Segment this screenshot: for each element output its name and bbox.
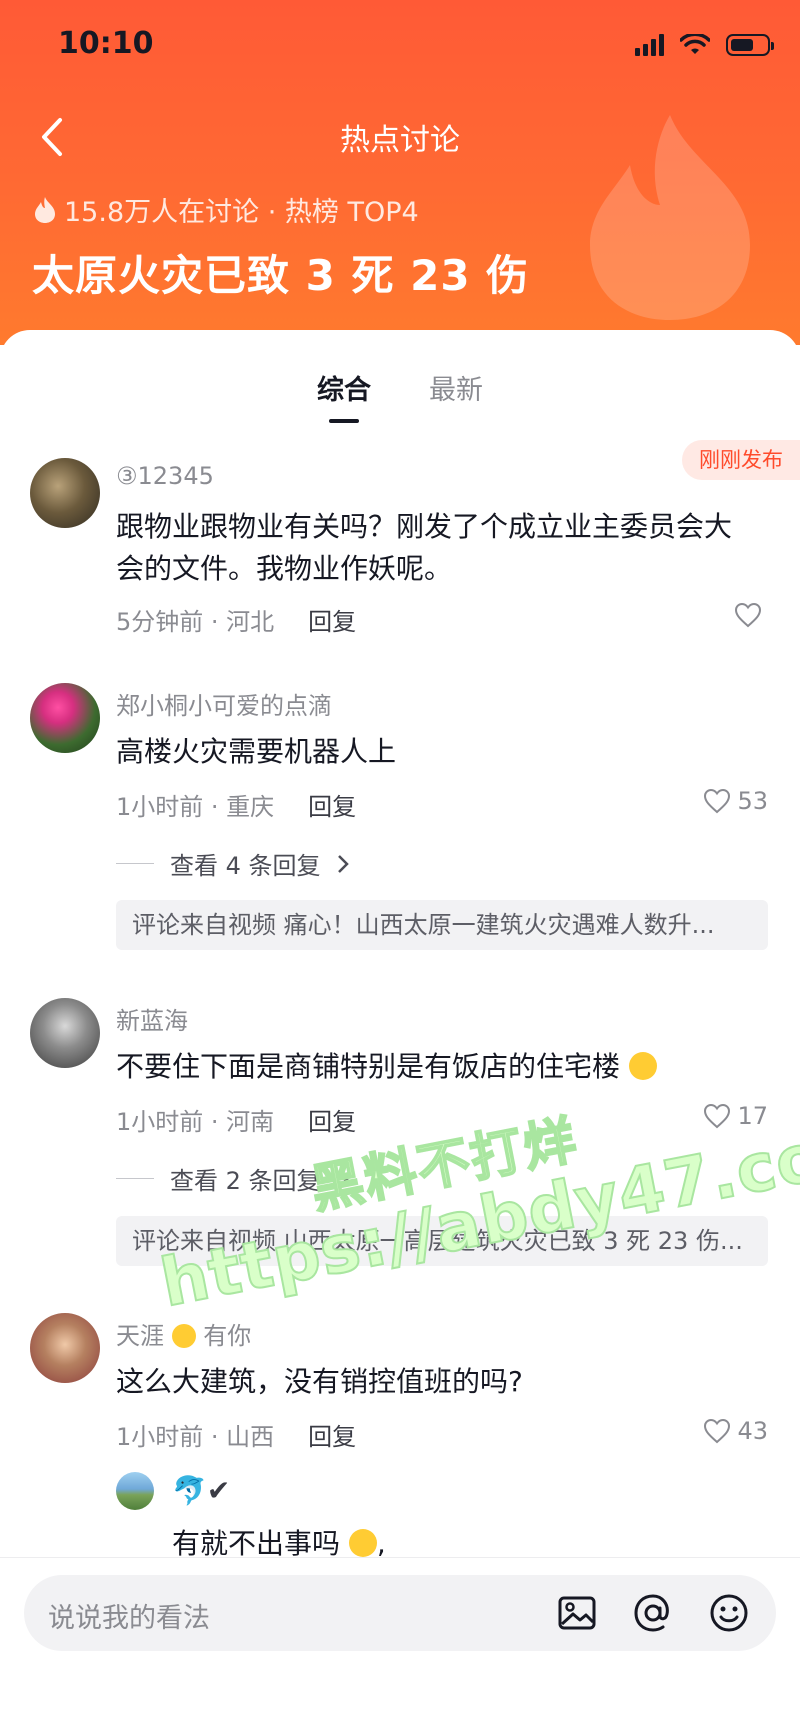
- avatar[interactable]: [30, 458, 100, 528]
- username-part: 天涯: [116, 1322, 164, 1350]
- sweat-smile-emoji-icon: [348, 1529, 377, 1557]
- comment-time-location: 5分钟前 · 河北: [116, 608, 275, 636]
- comment-text-line: 跟物业跟物业有关吗？刚发了个成立业主委员会大: [116, 510, 733, 543]
- comment-input-bar: 说说我的看法: [0, 1557, 800, 1732]
- avatar[interactable]: [30, 998, 100, 1068]
- heart-icon: [734, 602, 762, 628]
- comment-text-content: 不要住下面是商铺特别是有饭店的住宅楼: [116, 1050, 621, 1083]
- status-time: 10:10: [58, 26, 154, 61]
- reply-button[interactable]: 回复: [308, 602, 356, 637]
- comment-username[interactable]: 新蓝海: [116, 1001, 188, 1036]
- new-post-badge: 刚刚发布: [682, 440, 800, 480]
- discussion-meta-text: 15.8万人在讨论 · 热榜 TOP4: [64, 197, 419, 228]
- like-count: 43: [737, 1417, 768, 1445]
- comment-meta: 5分钟前 · 河北 回复: [116, 602, 356, 637]
- comment-username[interactable]: 郑小桐小可爱的点滴: [116, 686, 332, 721]
- username-part: 有你: [203, 1322, 252, 1350]
- tab-latest[interactable]: 最新: [429, 368, 483, 407]
- comment-text: 高楼火灾需要机器人上: [116, 735, 397, 768]
- comment-meta: 1小时前 · 重庆 回复: [116, 787, 356, 822]
- reply-button[interactable]: 回复: [308, 787, 356, 822]
- heart-icon: [704, 1418, 731, 1444]
- sunglasses-emoji-icon: [171, 1324, 196, 1348]
- like-button[interactable]: [734, 602, 768, 628]
- heart-icon: [704, 788, 731, 814]
- comment-meta: 1小时前 · 山西 回复: [116, 1417, 356, 1452]
- topic-header: 10:10 热点讨论 15.8万人在讨论 · 热榜 TOP4 太原火灾已致 3 …: [0, 0, 800, 345]
- view-replies-button[interactable]: 查看 2 条回复: [116, 1161, 349, 1196]
- comment-time-location: 1小时前 · 山西: [116, 1423, 275, 1451]
- comment-meta: 1小时前 · 河南 回复: [116, 1102, 356, 1137]
- like-count: 53: [737, 787, 768, 815]
- page-title: 热点讨论: [340, 123, 460, 158]
- at-mention-icon[interactable]: [632, 1592, 674, 1634]
- chevron-right-icon: [337, 1169, 349, 1188]
- comment-text: 不要住下面是商铺特别是有饭店的住宅楼: [116, 1046, 756, 1088]
- reply-button[interactable]: 回复: [308, 1417, 356, 1452]
- comment-time-location: 1小时前 · 重庆: [116, 793, 275, 821]
- video-source-link[interactable]: 评论来自视频 痛心！山西太原一建筑火灾遇难人数升...: [116, 900, 768, 950]
- sub-reply-text: 有就不出事吗 ,: [172, 1522, 386, 1562]
- comment-time-location: 1小时前 · 河南: [116, 1108, 275, 1136]
- sub-reply-username[interactable]: 🐬✔: [172, 1474, 230, 1507]
- chevron-right-icon: [337, 854, 349, 873]
- emoji-icon[interactable]: [708, 1592, 750, 1634]
- view-replies-button[interactable]: 查看 4 条回复: [116, 846, 349, 881]
- wifi-icon: [680, 34, 710, 54]
- battery-icon: [726, 34, 774, 56]
- crying-emoji-icon: [628, 1052, 657, 1080]
- video-source-link[interactable]: 评论来自视频 山西太原一高层建筑火灾已致 3 死 23 伤...: [116, 1216, 768, 1266]
- avatar[interactable]: [30, 1313, 100, 1383]
- comment-input-placeholder: 说说我的看法: [48, 1603, 210, 1634]
- image-icon[interactable]: [556, 1592, 598, 1634]
- divider: [116, 863, 154, 864]
- reply-button[interactable]: 回复: [308, 1102, 356, 1137]
- sub-reply-avatar[interactable]: [116, 1472, 154, 1510]
- like-button[interactable]: 43: [703, 1417, 768, 1445]
- comment-input[interactable]: 说说我的看法: [24, 1575, 776, 1651]
- view-replies-label: 查看 4 条回复: [170, 852, 321, 880]
- tab-bar: 综合 最新: [0, 368, 800, 423]
- like-count: 17: [737, 1102, 768, 1130]
- discussion-meta: 15.8万人在讨论 · 热榜 TOP4: [34, 190, 419, 229]
- sub-reply-text-content: 有就不出事吗: [172, 1527, 341, 1560]
- signal-icon: [635, 34, 664, 56]
- comment-text: 跟物业跟物业有关吗？刚发了个成立业主委员会大 会的文件。我物业作妖呢。: [116, 506, 756, 590]
- comment-username[interactable]: ③12345: [116, 462, 214, 490]
- fire-icon: [35, 196, 55, 223]
- comment-text: 这么大建筑，没有销控值班的吗?: [116, 1365, 523, 1398]
- avatar[interactable]: [30, 683, 100, 753]
- topic-title: 太原火灾已致 3 死 23 伤: [32, 251, 530, 300]
- heart-icon: [704, 1103, 731, 1129]
- view-replies-label: 查看 2 条回复: [170, 1167, 321, 1195]
- like-button[interactable]: 53: [703, 787, 768, 815]
- comment-text-line: 会的文件。我物业作妖呢。: [116, 552, 453, 585]
- like-button[interactable]: 17: [703, 1102, 768, 1130]
- comma: ,: [376, 1527, 386, 1560]
- divider: [116, 1178, 154, 1179]
- comment-username[interactable]: 天涯 有你: [116, 1316, 251, 1351]
- tab-comprehensive[interactable]: 综合: [317, 368, 371, 423]
- status-icons: [635, 34, 774, 56]
